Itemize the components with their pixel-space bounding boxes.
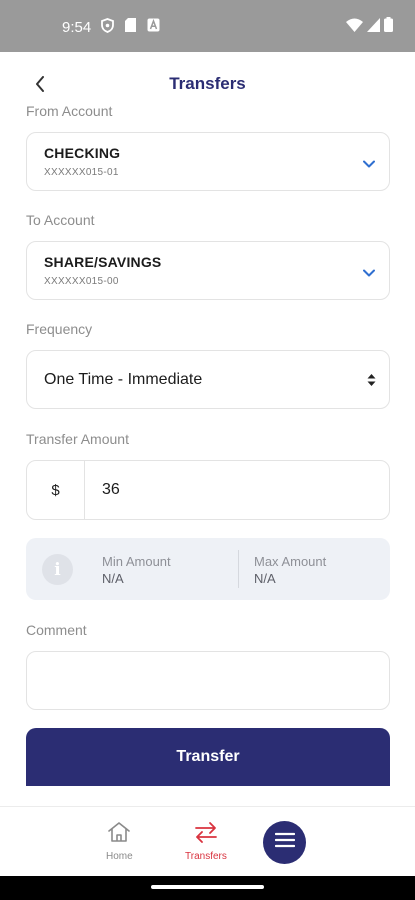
min-amount-value: N/A [102, 571, 124, 586]
info-icon: i [42, 554, 73, 585]
min-amount-label: Min Amount [102, 554, 171, 569]
battery-icon [384, 17, 393, 37]
page-title: Transfers [169, 74, 246, 93]
bottom-navigation: Home Transfers [0, 806, 415, 876]
comment-label: Comment [26, 622, 87, 638]
notification-a-icon [147, 18, 160, 37]
transfer-arrows-icon [193, 821, 219, 848]
amount-input[interactable] [102, 461, 372, 519]
header: Transfers [0, 60, 415, 108]
currency-symbol: $ [27, 461, 85, 519]
nav-home-label: Home [106, 851, 133, 862]
comment-input[interactable] [26, 651, 390, 710]
chevron-down-icon [363, 264, 375, 282]
from-account-select[interactable]: CHECKING XXXXXX015-01 [26, 132, 390, 191]
max-amount-value: N/A [254, 571, 276, 586]
to-account-number: XXXXXX015-00 [44, 276, 119, 287]
transfer-amount-label: Transfer Amount [26, 431, 129, 447]
cellular-signal-icon [367, 17, 380, 37]
to-account-select[interactable]: SHARE/SAVINGS XXXXXX015-00 [26, 241, 390, 300]
shield-icon [101, 18, 114, 38]
frequency-label: Frequency [26, 321, 93, 337]
divider [238, 550, 239, 588]
from-account-number: XXXXXX015-01 [44, 167, 119, 178]
wifi-icon [346, 18, 363, 37]
amount-limits-info: i Min Amount N/A Max Amount N/A [26, 538, 390, 600]
status-bar: 9:54 [0, 0, 415, 52]
to-account-label: To Account [26, 212, 95, 228]
max-amount-label: Max Amount [254, 554, 327, 569]
nav-home[interactable]: Home [106, 821, 133, 862]
menu-button[interactable] [263, 821, 306, 864]
system-navigation-bar [0, 876, 415, 900]
amount-field: $ [26, 460, 390, 520]
from-account-name: CHECKING [44, 145, 121, 161]
nav-transfers[interactable]: Transfers [185, 821, 227, 862]
transfer-button[interactable]: Transfer [26, 728, 390, 786]
to-account-name: SHARE/SAVINGS [44, 254, 162, 270]
status-time: 9:54 [62, 19, 92, 36]
frequency-select[interactable]: One Time - Immediate [26, 350, 390, 409]
home-icon [106, 821, 132, 848]
sd-card-icon [125, 18, 136, 37]
system-icons [346, 17, 393, 37]
sort-arrows-icon [367, 373, 376, 392]
frequency-value: One Time - Immediate [44, 371, 203, 388]
nav-transfers-label: Transfers [185, 851, 227, 862]
hamburger-menu-icon [274, 832, 295, 853]
chevron-down-icon [363, 155, 375, 173]
home-gesture-handle[interactable] [151, 885, 264, 889]
from-account-label: From Account [26, 103, 113, 119]
